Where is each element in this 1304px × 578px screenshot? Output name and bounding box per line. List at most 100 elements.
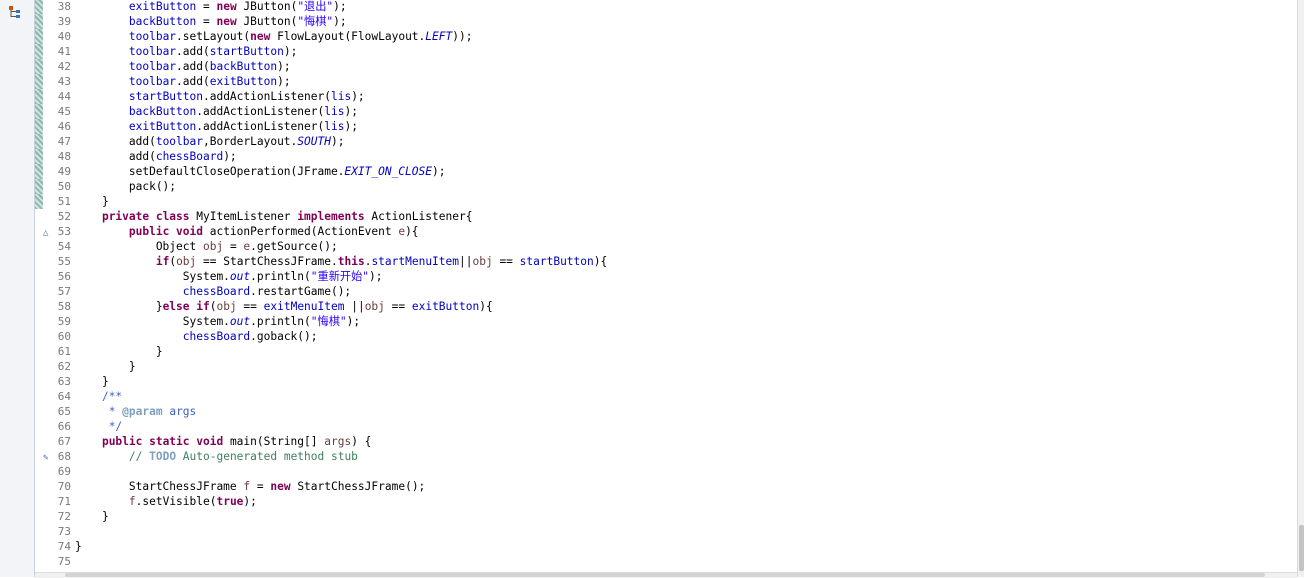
code-line[interactable]: 40 toolbar.setLayout(new FlowLayout(Flow… xyxy=(35,29,1297,44)
line-number: 45 xyxy=(57,105,71,118)
code-line[interactable]: 44 startButton.addActionListener(lis); xyxy=(35,89,1297,104)
code-line[interactable]: 56 System.out.println("重新开始"); xyxy=(35,269,1297,284)
code-token: else if xyxy=(162,300,210,313)
code-token: exitButton xyxy=(128,120,197,133)
code-line[interactable]: 48 add(chessBoard); xyxy=(35,149,1297,164)
horizontal-scrollbar[interactable] xyxy=(35,572,1297,578)
code-line[interactable]: 72 } xyxy=(35,509,1297,524)
ruler-cell xyxy=(35,224,43,239)
code-line[interactable]: 61 } xyxy=(35,344,1297,359)
code-line[interactable]: 64 /** xyxy=(35,389,1297,404)
code-text: * @param args xyxy=(75,404,197,419)
code-line[interactable]: 55 if(obj == StartChessJFrame.this.start… xyxy=(35,254,1297,269)
code-token: ); xyxy=(431,165,446,178)
code-token: ); xyxy=(333,15,347,28)
code-text: backButton.addActionListener(lis); xyxy=(75,104,358,119)
line-number: 60 xyxy=(57,330,71,343)
code-line[interactable]: 50 pack(); xyxy=(35,179,1297,194)
line-number: 66 xyxy=(57,420,71,433)
code-line[interactable]: 57 chessBoard.restartGame(); xyxy=(35,284,1297,299)
code-token: .addActionListener( xyxy=(202,90,331,103)
horizontal-scrollbar-thumb[interactable] xyxy=(65,573,1265,577)
code-token: f xyxy=(128,495,136,508)
code-line[interactable]: 52 private class MyItemListener implemen… xyxy=(35,209,1297,224)
code-line[interactable]: 74} xyxy=(35,539,1297,554)
code-line[interactable]: 62 } xyxy=(35,359,1297,374)
code-line[interactable]: 46 exitButton.addActionListener(lis); xyxy=(35,119,1297,134)
line-number: 72 xyxy=(57,510,71,523)
code-editor[interactable]: 38 exitButton = new JButton("退出"); 39 bac… xyxy=(35,0,1297,572)
code-token: StartChessJFrame xyxy=(75,480,244,493)
code-line[interactable]: 38 exitButton = new JButton("退出"); xyxy=(35,0,1297,14)
code-line[interactable]: 51 } xyxy=(35,194,1297,209)
code-token: ); xyxy=(243,495,257,508)
code-line[interactable]: 63 } xyxy=(35,374,1297,389)
code-line[interactable]: 59 System.out.println("悔棋"); xyxy=(35,314,1297,329)
code-token: main(String[] xyxy=(223,435,325,448)
ruler-cell xyxy=(35,464,43,479)
change-marker xyxy=(35,194,43,209)
line-number: 47 xyxy=(57,135,71,148)
change-marker xyxy=(35,14,43,29)
code-line[interactable]: 43 toolbar.add(exitButton); xyxy=(35,74,1297,89)
vertical-scrollbar[interactable] xyxy=(1297,0,1304,577)
code-line[interactable]: 66 */ xyxy=(35,419,1297,434)
code-token: ); xyxy=(344,105,358,118)
code-token: ) { xyxy=(351,435,372,448)
code-line[interactable]: 73 xyxy=(35,524,1297,539)
code-token: "悔棋" xyxy=(297,15,334,28)
code-line[interactable]: 45 backButton.addActionListener(lis); xyxy=(35,104,1297,119)
code-token: ); xyxy=(333,0,347,13)
code-line[interactable]: 71 f.setVisible(true); xyxy=(35,494,1297,509)
code-line[interactable]: 47 add(toolbar,BorderLayout.SOUTH); xyxy=(35,134,1297,149)
code-line[interactable]: 54 Object obj = e.getSource(); xyxy=(35,239,1297,254)
code-line[interactable]: 60 chessBoard.goback(); xyxy=(35,329,1297,344)
code-token: .setLayout( xyxy=(176,30,251,43)
hierarchy-icon[interactable] xyxy=(6,4,24,20)
left-toolbar xyxy=(0,0,35,577)
code-token: startMenuItem xyxy=(371,255,459,268)
code-line[interactable]: 58 }else if(obj == exitMenuItem ||obj ==… xyxy=(35,299,1297,314)
code-token: exitButton xyxy=(128,0,197,13)
line-number: 71 xyxy=(57,495,71,508)
code-line[interactable]: 70 StartChessJFrame f = new StartChessJF… xyxy=(35,479,1297,494)
code-token: toolbar xyxy=(155,135,203,148)
code-line[interactable]: 69 xyxy=(35,464,1297,479)
code-line[interactable]: 68 ✎ // TODO Auto-generated method stub xyxy=(35,449,1297,464)
code-token: lis xyxy=(324,105,345,118)
vertical-scrollbar-thumb[interactable] xyxy=(1299,525,1304,571)
code-text: */ xyxy=(75,419,122,434)
code-token: args xyxy=(162,405,197,418)
code-token: */ xyxy=(108,420,123,433)
code-line[interactable]: 75 xyxy=(35,554,1297,569)
code-line[interactable]: 42 toolbar.add(backButton); xyxy=(35,59,1297,74)
code-token: add( xyxy=(75,135,156,148)
code-line[interactable]: 65 * @param args xyxy=(35,404,1297,419)
change-marker xyxy=(35,134,43,149)
code-line[interactable]: 41 toolbar.add(startButton); xyxy=(35,44,1297,59)
code-text: exitButton.addActionListener(lis); xyxy=(75,119,358,134)
code-token: ActionListener{ xyxy=(364,210,473,223)
code-token: // xyxy=(128,450,150,463)
line-number: 63 xyxy=(57,375,71,388)
code-line[interactable]: 49 setDefaultCloseOperation(JFrame.EXIT_… xyxy=(35,164,1297,179)
code-token: public void xyxy=(128,225,203,238)
code-token: chessBoard xyxy=(182,285,251,298)
code-token: args xyxy=(324,435,352,448)
code-token: ,BorderLayout. xyxy=(202,135,298,148)
line-number: 55 xyxy=(57,255,71,268)
line-number: 59 xyxy=(57,315,71,328)
ruler-cell xyxy=(35,344,43,359)
code-text: System.out.println("重新开始"); xyxy=(75,269,383,284)
code-line[interactable]: 53 △ public void actionPerformed(ActionEv… xyxy=(35,224,1297,239)
code-line[interactable]: 67 public static void main(String[] args… xyxy=(35,434,1297,449)
line-number: 74 xyxy=(57,540,71,553)
code-text: backButton = new JButton("悔棋"); xyxy=(75,14,347,29)
code-line[interactable]: 39 backButton = new JButton("悔棋"); xyxy=(35,14,1297,29)
code-token: } xyxy=(75,375,109,388)
line-number: 50 xyxy=(57,180,71,193)
